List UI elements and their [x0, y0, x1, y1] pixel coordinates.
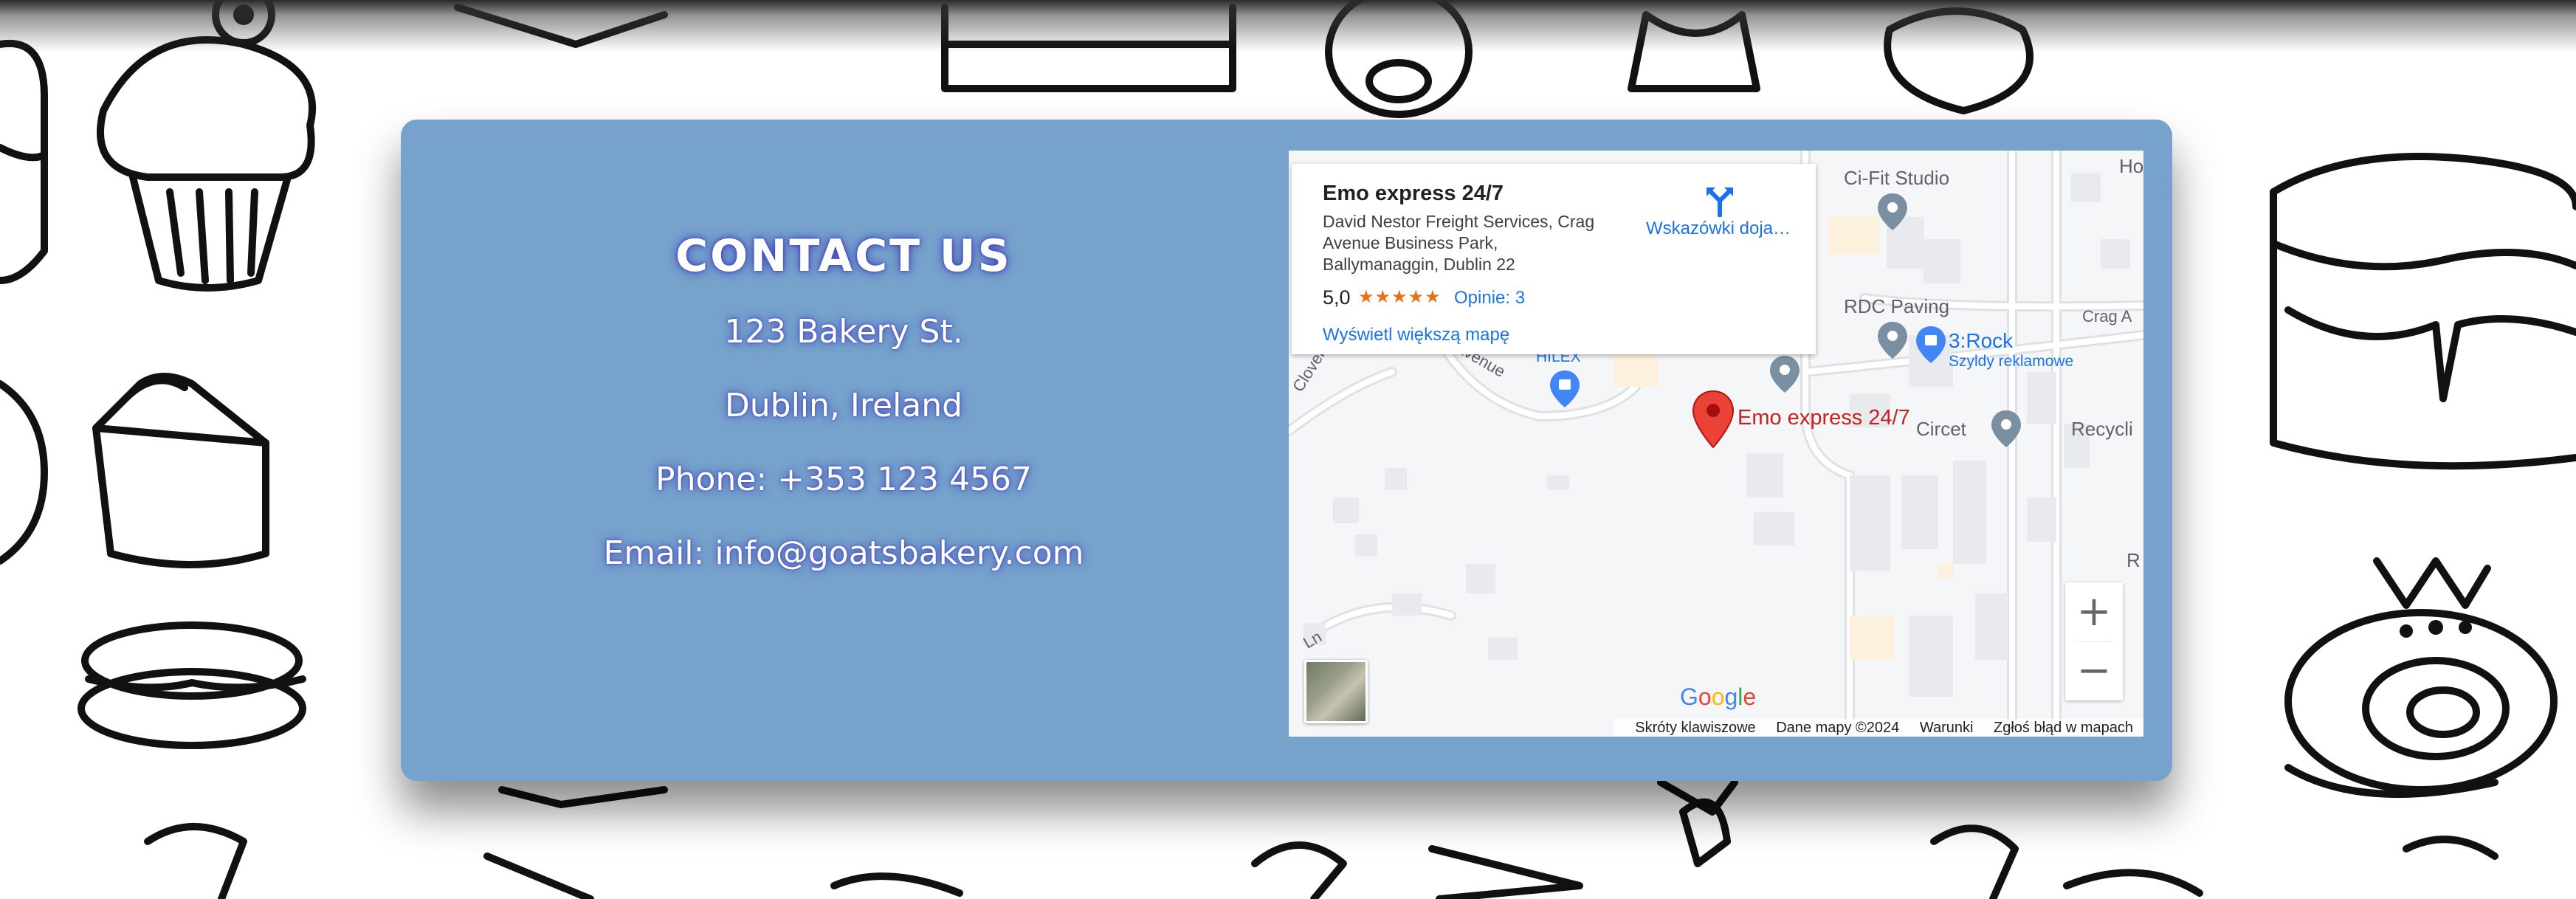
place-address: David Nestor Freight Services, Crag Aven…: [1323, 212, 1595, 274]
address-line-2: Dublin, Ireland: [724, 387, 963, 424]
location-pin-icon[interactable]: [1691, 390, 1735, 449]
contact-title: CONTACT US: [675, 230, 1012, 282]
map-label-3rock-sub: Szyldy reklamowe: [1949, 353, 2074, 370]
pin-label[interactable]: Emo express 24/7: [1738, 406, 1910, 430]
report-error-link[interactable]: Zgłoś błąd w mapach: [1994, 719, 2133, 737]
map-label-3rock[interactable]: 3:Rock: [1949, 329, 2013, 353]
poi-marker-rdc[interactable]: [1876, 320, 1909, 360]
map-label-rdc[interactable]: RDC Paving: [1844, 295, 1949, 318]
directions-icon[interactable]: [1705, 185, 1735, 217]
top-shadow: [0, 0, 2576, 52]
poi-marker-hilex[interactable]: [1549, 369, 1581, 409]
place-info-card: Emo express 24/7 David Nestor Freight Se…: [1292, 164, 1816, 354]
map-label-recycli: Recycli: [2071, 418, 2133, 440]
poi-marker-circet[interactable]: [1990, 409, 2022, 449]
address-line-1: 123 Bakery St.: [724, 313, 963, 351]
reviews-link[interactable]: Opinie: 3: [1454, 288, 1525, 309]
satellite-toggle-button[interactable]: [1304, 660, 1368, 723]
poi-marker-ors[interactable]: [1769, 354, 1801, 394]
zoom-in-button[interactable]: +: [2065, 582, 2123, 641]
contact-info: CONTACT US 123 Bakery St. Dublin, Irelan…: [401, 120, 1287, 781]
keyboard-shortcuts-link[interactable]: Skróty klawiszowe: [1635, 719, 1755, 737]
map-label-r: R: [2126, 549, 2141, 571]
contact-card: CONTACT US 123 Bakery St. Dublin, Irelan…: [401, 120, 2172, 781]
terms-link[interactable]: Warunki: [1920, 719, 1974, 737]
street-label-crag: Crag A: [2082, 307, 2132, 326]
place-name: Emo express 24/7: [1323, 182, 1504, 205]
google-map-embed[interactable]: Ci-Fit Studio Ho RDC Paving Crag A 3:Roc…: [1289, 151, 2143, 737]
map-label-ho: Ho: [2119, 155, 2143, 177]
zoom-out-button[interactable]: −: [2065, 641, 2123, 700]
google-logo: Google: [1680, 683, 1757, 710]
map-label-cifit[interactable]: Ci-Fit Studio: [1844, 167, 1949, 190]
zoom-controls: + −: [2065, 582, 2123, 700]
email-text: Email: info@goatsbakery.com: [603, 534, 1084, 572]
phone-text: Phone: +353 123 4567: [655, 461, 1032, 498]
poi-marker-cifit[interactable]: [1876, 192, 1909, 232]
map-attribution-bar: Skróty klawiszowe Dane mapy ©2024 Warunk…: [1614, 719, 2143, 737]
map-data-text: Dane mapy ©2024: [1776, 720, 1900, 736]
view-larger-map-link[interactable]: Wyświetl większą mapę: [1323, 325, 1509, 345]
poi-marker-3rock[interactable]: [1915, 325, 1947, 365]
rating-stars-icon: ★★★★★: [1358, 287, 1442, 307]
map-label-circet[interactable]: Circet: [1916, 418, 1966, 441]
place-rating: 5,0: [1323, 286, 1351, 309]
directions-link[interactable]: Wskazówki doja…: [1645, 218, 1792, 239]
